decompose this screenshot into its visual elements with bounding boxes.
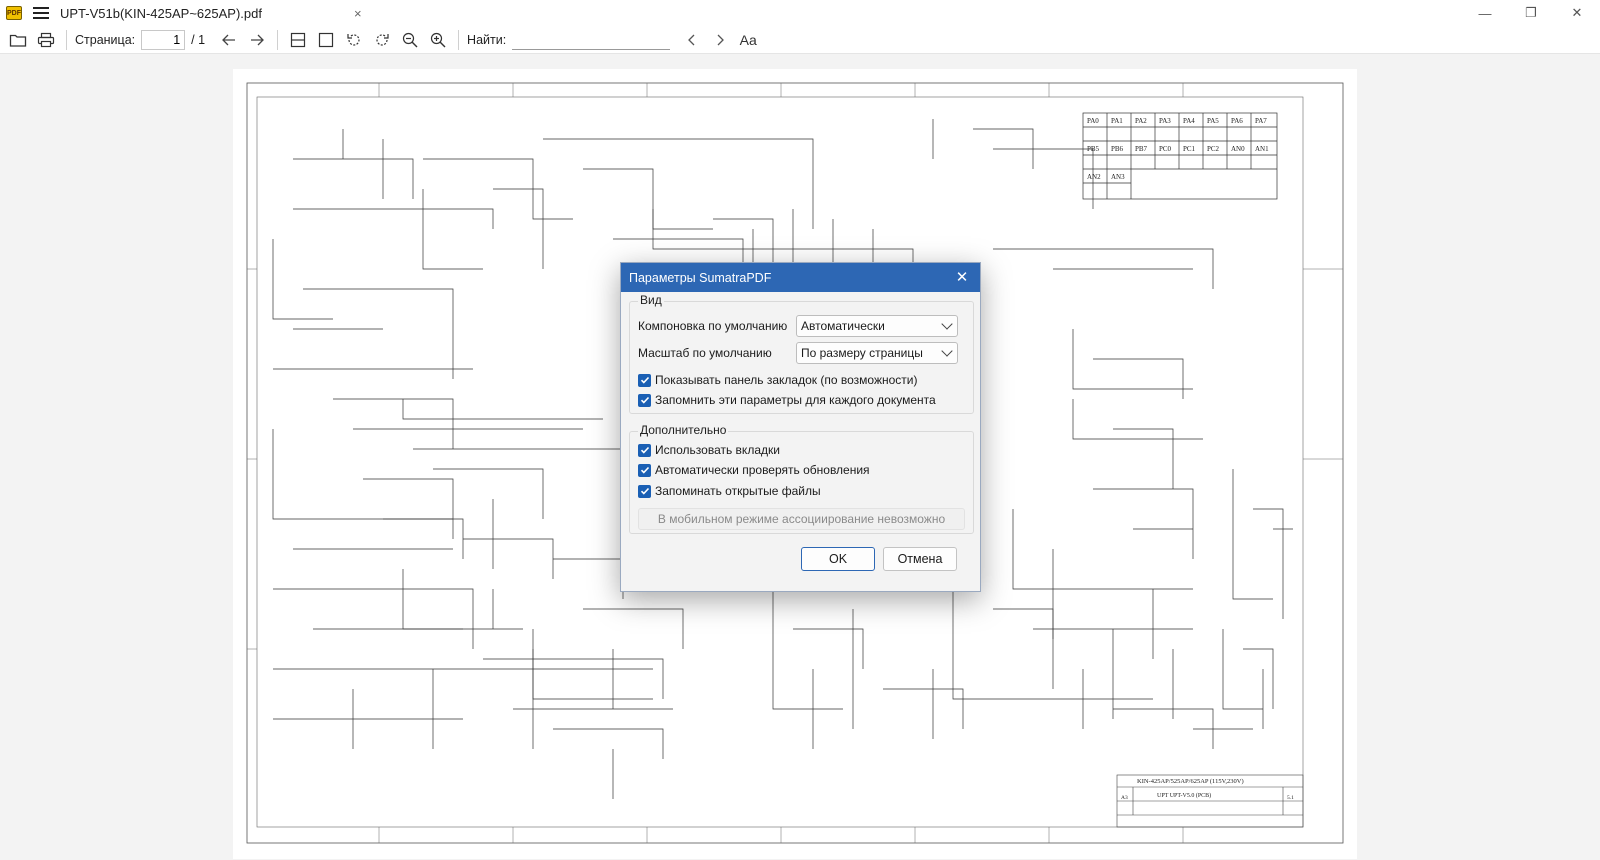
layout-label: Компоновка по умолчанию [638, 319, 788, 333]
use-tabs-checkbox[interactable] [638, 443, 651, 457]
tab-title: UPT-V51b(KIN-425AP~625AP).pdf [60, 5, 262, 21]
dialog-title-bar: Параметры SumatraPDF ✕ [621, 263, 980, 292]
zoom-select-value: По размеру страницы [801, 346, 923, 360]
ok-button[interactable]: OK [801, 547, 875, 571]
show-bookmarks-label: Показывать панель закладок (по возможнос… [655, 373, 918, 387]
show-bookmarks-row[interactable]: Показывать панель закладок (по возможнос… [638, 373, 917, 387]
auto-update-label: Автоматически проверять обновления [655, 463, 870, 477]
single-page-icon[interactable] [312, 28, 340, 52]
chevron-down-icon [941, 318, 953, 330]
layout-select[interactable]: Автоматически [796, 315, 958, 337]
checkmark-icon [640, 487, 649, 495]
remember-files-checkbox[interactable] [638, 484, 651, 498]
auto-update-checkbox[interactable] [638, 463, 651, 477]
page-number-input[interactable] [141, 29, 186, 50]
continuous-layout-icon[interactable] [284, 28, 312, 52]
svg-text:PA0: PA0 [1087, 117, 1099, 125]
toolbar-separator [277, 29, 279, 50]
find-previous-icon[interactable] [678, 28, 706, 52]
checkmark-icon [640, 396, 649, 404]
dialog-title: Параметры SumatraPDF [629, 270, 772, 285]
zoom-select[interactable]: По размеру страницы [796, 342, 958, 364]
associate-disabled-button: В мобильном режиме ассоциирование невозм… [638, 508, 965, 530]
checkmark-icon [640, 466, 649, 474]
svg-text:PA4: PA4 [1183, 117, 1195, 125]
svg-text:AN0: AN0 [1231, 145, 1245, 153]
toolbar-separator [458, 29, 460, 50]
chevron-down-icon [941, 345, 953, 357]
window-controls: — ❐ ✕ [1462, 0, 1600, 26]
zoom-in-icon[interactable] [424, 28, 452, 52]
checkmark-icon [640, 446, 649, 454]
open-folder-icon[interactable] [4, 28, 32, 52]
page-total: / 1 [191, 32, 206, 47]
page-label: Страница: [75, 32, 136, 47]
schematic-size: A3 [1121, 795, 1128, 801]
svg-text:PA1: PA1 [1111, 117, 1123, 125]
svg-text:PC0: PC0 [1159, 145, 1172, 153]
svg-text:PA2: PA2 [1135, 117, 1147, 125]
layout-row: Компоновка по умолчанию [638, 319, 787, 333]
remember-settings-checkbox[interactable] [638, 393, 651, 407]
advanced-group: Дополнительно Использовать вкладки Автом… [629, 423, 974, 534]
title-bar: PDF UPT-V51b(KIN-425AP~625AP).pdf × — ❐ … [0, 0, 1600, 26]
remember-files-label: Запоминать открытые файлы [655, 484, 821, 498]
find-input[interactable] [512, 29, 671, 50]
restore-button[interactable]: ❐ [1508, 0, 1554, 26]
use-tabs-row[interactable]: Использовать вкладки [638, 443, 780, 457]
checkmark-icon [640, 376, 649, 384]
toolbar-separator [66, 29, 67, 50]
options-dialog: Параметры SumatraPDF ✕ Вид Компоновка по… [620, 262, 981, 592]
toolbar: Страница: / 1 Найти: Aa [0, 26, 1600, 54]
svg-text:PB6: PB6 [1111, 145, 1124, 153]
schematic-subtitle: UPT UPT-V5.0 (PCB) [1157, 792, 1211, 799]
cancel-button[interactable]: Отмена [883, 547, 957, 571]
rotate-right-icon[interactable] [368, 28, 396, 52]
svg-text:PB7: PB7 [1135, 145, 1148, 153]
rotate-left-icon[interactable] [340, 28, 368, 52]
svg-text:PC2: PC2 [1207, 145, 1220, 153]
remember-files-row[interactable]: Запоминать открытые файлы [638, 484, 821, 498]
tab-close-icon[interactable]: × [354, 6, 362, 21]
match-case-label: Aa [739, 31, 757, 48]
auto-update-row[interactable]: Автоматически проверять обновления [638, 463, 870, 477]
svg-text:PB5: PB5 [1087, 145, 1100, 153]
next-page-icon[interactable] [243, 28, 271, 52]
svg-text:AN2: AN2 [1087, 173, 1101, 181]
advanced-group-label: Дополнительно [638, 423, 729, 437]
svg-text:PA3: PA3 [1159, 117, 1171, 125]
schematic-revision: 5.1 [1287, 795, 1294, 801]
svg-text:AN3: AN3 [1111, 173, 1125, 181]
dialog-close-icon[interactable]: ✕ [952, 267, 972, 287]
show-bookmarks-checkbox[interactable] [638, 373, 651, 387]
find-label: Найти: [467, 32, 507, 47]
svg-text:PA5: PA5 [1207, 117, 1219, 125]
svg-text:PA6: PA6 [1231, 117, 1243, 125]
sumatra-app-icon: PDF [6, 6, 22, 20]
use-tabs-label: Использовать вкладки [655, 443, 780, 457]
find-next-icon[interactable] [706, 28, 734, 52]
remember-settings-row[interactable]: Запомнить эти параметры для каждого доку… [638, 393, 936, 407]
close-window-button[interactable]: ✕ [1554, 0, 1600, 26]
remember-settings-label: Запомнить эти параметры для каждого доку… [655, 393, 936, 407]
view-group-label: Вид [638, 293, 664, 307]
schematic-title: KIN-425AP/525AP/625AP (115V,230V) [1137, 778, 1244, 785]
svg-text:PA7: PA7 [1255, 117, 1267, 125]
previous-page-icon[interactable] [215, 28, 243, 52]
document-tab[interactable]: UPT-V51b(KIN-425AP~625AP).pdf × [60, 0, 362, 26]
layout-select-value: Автоматически [801, 319, 885, 333]
view-group: Вид Компоновка по умолчанию Автоматическ… [629, 293, 974, 414]
zoom-row: Масштаб по умолчанию [638, 346, 772, 360]
svg-text:AN1: AN1 [1255, 145, 1269, 153]
print-icon[interactable] [32, 28, 60, 52]
minimize-button[interactable]: — [1462, 0, 1508, 26]
zoom-out-icon[interactable] [396, 28, 424, 52]
zoom-label: Масштаб по умолчанию [638, 346, 772, 360]
match-case-icon[interactable]: Aa [734, 28, 762, 52]
svg-text:PC1: PC1 [1183, 145, 1196, 153]
hamburger-menu-icon[interactable] [32, 5, 50, 21]
